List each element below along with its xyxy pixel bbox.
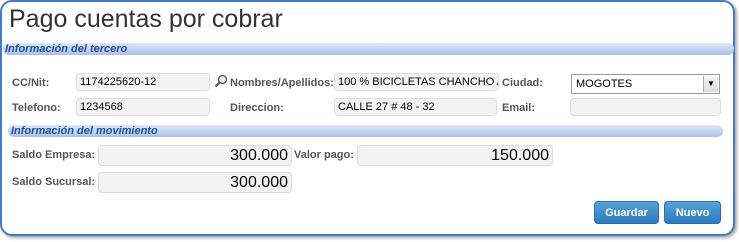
section-title-movimiento: Información del movimiento <box>11 125 158 137</box>
ciudad-label: Ciudad: <box>502 77 543 89</box>
saldo-sucursal-field[interactable]: 300.000 <box>98 172 292 193</box>
email-field[interactable] <box>570 98 721 116</box>
chevron-down-icon[interactable]: ▼ <box>703 76 718 92</box>
ciudad-selected-value: MOGOTES <box>576 78 633 90</box>
email-label: Email: <box>502 102 536 114</box>
saldo-empresa-label: Saldo Empresa: <box>12 149 96 161</box>
direccion-label: Direccion: <box>230 102 284 114</box>
ccnit-field[interactable]: 1174225620-12 <box>76 73 210 91</box>
ccnit-label: CC/Nit: <box>12 77 50 89</box>
nuevo-button[interactable]: Nuevo <box>664 201 721 224</box>
section-title-tercero: Información del tercero <box>5 43 128 55</box>
ciudad-select[interactable]: MOGOTES ▼ <box>571 74 720 94</box>
direccion-field[interactable]: CALLE 27 # 48 - 32 <box>334 98 497 116</box>
page-title: Pago cuentas por cobrar <box>9 5 283 33</box>
valor-pago-field[interactable]: 150.000 <box>357 145 553 166</box>
guardar-button[interactable]: Guardar <box>594 201 659 224</box>
nombres-field[interactable]: 100 % BICICLETAS CHANCHO A <box>334 73 499 91</box>
nombres-label: Nombres/Apellidos: <box>230 77 334 89</box>
telefono-field[interactable]: 1234568 <box>76 98 210 116</box>
telefono-label: Telefono: <box>12 102 61 114</box>
saldo-sucursal-label: Saldo Sucursal: <box>12 176 96 188</box>
saldo-empresa-field[interactable]: 300.000 <box>98 145 292 166</box>
valor-pago-label: Valor pago: <box>294 149 354 161</box>
search-icon[interactable] <box>214 74 228 88</box>
